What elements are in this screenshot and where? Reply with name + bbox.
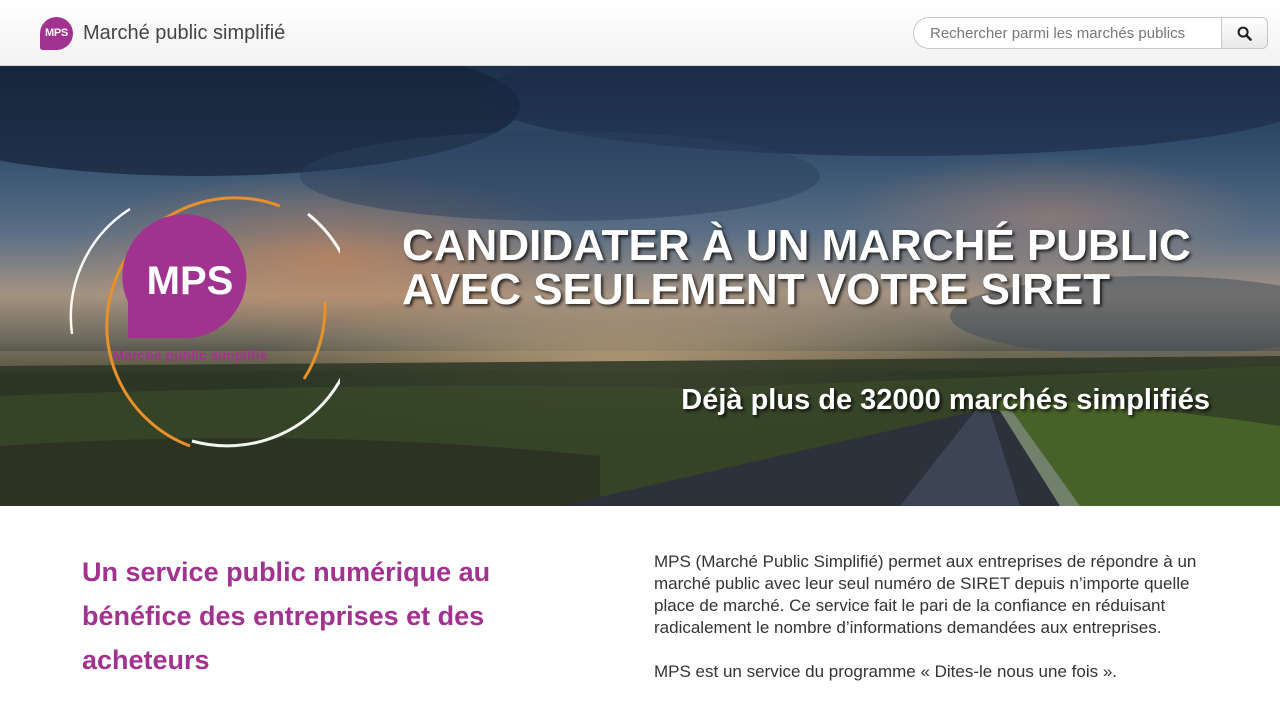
hero-logo-text: MPS <box>147 259 234 303</box>
hero-banner: MPS Marché public simplifié CANDIDATER À… <box>0 66 1280 506</box>
brand-logo: MPS <box>40 16 73 50</box>
brand-link[interactable]: MPS Marché public simplifié <box>40 16 285 50</box>
hero-mps-logo: MPS Marché public simplifié <box>69 196 340 448</box>
hero-logo-caption: Marché public simplifié <box>113 347 268 363</box>
hero-title: CANDIDATER À UN MARCHÉ PUBLIC AVEC SEULE… <box>402 221 1191 314</box>
search-input[interactable] <box>913 17 1221 49</box>
hero-subtitle: Déjà plus de 32000 marchés simplifiés <box>681 384 1210 416</box>
search-icon <box>1237 26 1252 41</box>
intro-paragraph-programme: MPS est un service du programme « Dites-… <box>654 662 1117 681</box>
search-button[interactable] <box>1221 17 1268 49</box>
intro-text: MPS (Marché Public Simplifié) permet aux… <box>654 551 1199 683</box>
intro-paragraph: MPS (Marché Public Simplifié) permet aux… <box>654 552 1197 637</box>
search-group <box>913 17 1268 49</box>
intro-heading: Un service public numérique au bénéfice … <box>82 557 491 675</box>
brand-name: Marché public simplifié <box>83 21 286 44</box>
top-navbar: MPS Marché public simplifié <box>0 0 1280 66</box>
